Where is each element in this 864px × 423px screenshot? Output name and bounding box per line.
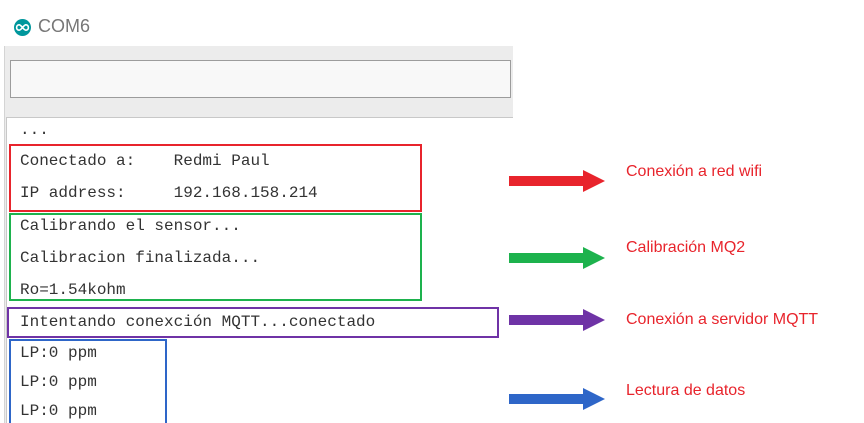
blue-arrow-icon [509,388,605,410]
serial-send-input[interactable] [10,60,511,98]
arduino-infinity-icon [14,19,31,36]
annotation-mqtt-label: Conexión a servidor MQTT [626,311,819,328]
window-title: COM6 [38,16,91,36]
output-line: ... [20,121,49,139]
window-title-bar: COM6 [0,0,520,46]
mq2-calibration-highlight [9,213,422,301]
green-arrow-icon [509,247,605,269]
data-reading-highlight [9,339,167,423]
serial-monitor-screenshot: COM6 ... Conectado a: Redmi Paul IP addr… [0,0,864,423]
annotation-mq2-label: Calibración MQ2 [626,239,746,256]
red-arrow-icon [509,170,605,192]
annotation-data-reading-label: Lectura de datos [626,382,746,399]
mqtt-connection-highlight [7,307,499,338]
annotation-wifi-label: Conexión a red wifi [626,163,763,180]
purple-arrow-icon [509,309,605,331]
wifi-connection-highlight [9,144,422,212]
